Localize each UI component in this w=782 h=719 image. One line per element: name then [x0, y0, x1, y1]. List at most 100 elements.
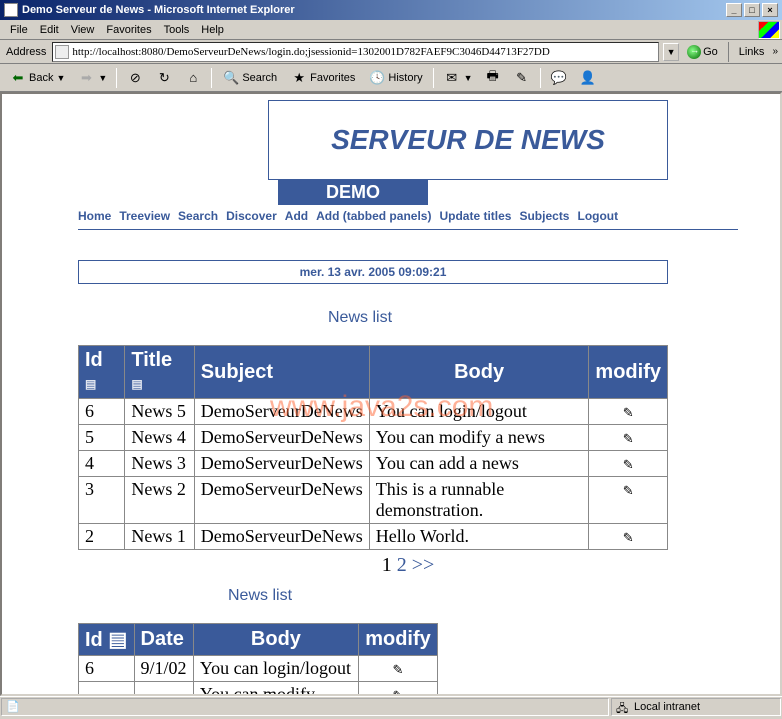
home-button[interactable]: ⌂ [180, 67, 206, 89]
print-button[interactable]: 🖶 [480, 67, 506, 89]
pencil-icon[interactable]: ✎ [621, 457, 635, 471]
refresh-button[interactable]: ↻ [151, 67, 177, 89]
nav-subjects[interactable]: Subjects [519, 209, 569, 223]
stop-button[interactable]: ⊘ [122, 67, 148, 89]
pencil-icon[interactable]: ✎ [391, 688, 405, 696]
cell-id: 6 [79, 656, 135, 682]
cell-title: News 5 [125, 399, 194, 425]
date-box: mer. 13 avr. 2005 09:09:21 [78, 260, 668, 284]
cell-modify: ✎ [589, 477, 668, 524]
address-dropdown-button[interactable]: ▼ [663, 43, 679, 61]
cell-modify: ✎ [358, 682, 437, 697]
cell-body: This is a runnable demonstration. [369, 477, 589, 524]
mail-icon: ✉ [443, 69, 461, 87]
th2-body[interactable]: Body [193, 624, 358, 656]
cell-body: You can modify a news [369, 425, 589, 451]
search-button[interactable]: 🔍 Search [217, 67, 282, 89]
discuss-button[interactable]: 💬 [546, 67, 572, 89]
cell-body: You can login/logout [369, 399, 589, 425]
cell-title: News 2 [125, 477, 194, 524]
go-button[interactable]: Go [683, 45, 722, 59]
messenger-button[interactable]: 👤 [575, 67, 601, 89]
pencil-icon[interactable]: ✎ [621, 431, 635, 445]
menu-edit[interactable]: Edit [34, 22, 65, 38]
address-input[interactable] [72, 46, 656, 58]
maximize-button[interactable]: □ [744, 3, 760, 17]
page-link-2[interactable]: 2 [397, 554, 407, 576]
history-icon: 🕓 [368, 69, 386, 87]
table-row: 5News 4DemoServeurDeNewsYou can modify a… [79, 425, 668, 451]
cell-id: 2 [79, 524, 125, 550]
window-titlebar: Demo Serveur de News - Microsoft Interne… [0, 0, 782, 20]
menu-tools[interactable]: Tools [158, 22, 196, 38]
cell-title: News 1 [125, 524, 194, 550]
table-row: 4News 3DemoServeurDeNewsYou can add a ne… [79, 451, 668, 477]
banner: SERVEUR DE NEWS [268, 100, 668, 180]
pencil-icon[interactable]: ✎ [621, 405, 635, 419]
address-input-wrap [52, 42, 659, 62]
nav-add-tabbed[interactable]: Add (tabbed panels) [316, 209, 431, 223]
page-current: 1 [382, 554, 392, 576]
go-icon [687, 45, 701, 59]
menu-file[interactable]: File [4, 22, 34, 38]
favorites-button[interactable]: ★ Favorites [285, 67, 360, 89]
addressbar: Address ▼ Go Links » [0, 40, 782, 64]
close-button[interactable]: × [762, 3, 778, 17]
pencil-icon[interactable]: ✎ [621, 530, 635, 544]
menu-help[interactable]: Help [195, 22, 230, 38]
th2-modify[interactable]: modify [358, 624, 437, 656]
status-right: Local intranet [611, 698, 781, 716]
nav-search[interactable]: Search [178, 209, 218, 223]
th-body[interactable]: Body [369, 346, 589, 399]
table-row: 69/1/02You can login/logout✎ [79, 656, 438, 682]
table-row: 2News 1DemoServeurDeNewsHello World.✎ [79, 524, 668, 550]
favorites-icon: ★ [290, 69, 308, 87]
th-subject[interactable]: Subject [194, 346, 369, 399]
minimize-button[interactable]: _ [726, 3, 742, 17]
content-area[interactable]: SERVEUR DE NEWS DEMO Home Treeview Searc… [0, 92, 782, 696]
th-modify[interactable]: modify [589, 346, 668, 399]
menu-favorites[interactable]: Favorites [100, 22, 157, 38]
links-label[interactable]: Links [735, 46, 769, 58]
back-dropdown-icon: ▼ [56, 73, 65, 83]
links-chevron-icon[interactable]: » [772, 46, 778, 57]
back-button[interactable]: ⬅ Back ▼ [4, 67, 70, 89]
home-icon: ⌂ [184, 69, 202, 87]
ie-logo-icon [758, 21, 780, 39]
nav-update-titles[interactable]: Update titles [439, 209, 511, 223]
nav-add[interactable]: Add [285, 209, 308, 223]
th2-id[interactable]: Id ▤ [79, 624, 135, 656]
history-button[interactable]: 🕓 History [363, 67, 427, 89]
th-title[interactable]: Title ▤ [125, 346, 194, 399]
banner-text: SERVEUR DE NEWS [331, 124, 605, 156]
table-row: You can modify ✎ [79, 682, 438, 697]
pagination: 1 2 >> [78, 554, 738, 577]
window-controls: _ □ × [726, 3, 778, 17]
cell-modify: ✎ [589, 524, 668, 550]
nav-treeview[interactable]: Treeview [119, 209, 170, 223]
cell-modify: ✎ [589, 425, 668, 451]
sort-icon: ▤ [131, 377, 142, 391]
pencil-icon[interactable]: ✎ [391, 662, 405, 676]
table-row: 6News 5DemoServeurDeNewsYou can login/lo… [79, 399, 668, 425]
page-next-arrows[interactable]: >> [412, 554, 435, 576]
back-icon: ⬅ [9, 69, 27, 87]
back-label: Back [29, 72, 53, 84]
toolbar: ⬅ Back ▼ ➡ ▼ ⊘ ↻ ⌂ 🔍 Search ★ Favorites … [0, 64, 782, 92]
th2-date[interactable]: Date [134, 624, 193, 656]
nav-discover[interactable]: Discover [226, 209, 277, 223]
window-title: Demo Serveur de News - Microsoft Interne… [22, 4, 295, 16]
edit-button[interactable]: ✎ [509, 67, 535, 89]
done-icon [6, 700, 20, 714]
cell-subject: DemoServeurDeNews [194, 399, 369, 425]
pencil-icon[interactable]: ✎ [621, 483, 635, 497]
cell-body: You can modify [193, 682, 358, 697]
nav-home[interactable]: Home [78, 209, 111, 223]
cell-id: 5 [79, 425, 125, 451]
forward-button[interactable]: ➡ ▼ [73, 67, 111, 89]
nav-logout[interactable]: Logout [577, 209, 618, 223]
th-id[interactable]: Id ▤ [79, 346, 125, 399]
mail-button[interactable]: ✉ ▼ [439, 67, 477, 89]
menu-view[interactable]: View [65, 22, 101, 38]
status-text-right: Local intranet [634, 701, 700, 713]
